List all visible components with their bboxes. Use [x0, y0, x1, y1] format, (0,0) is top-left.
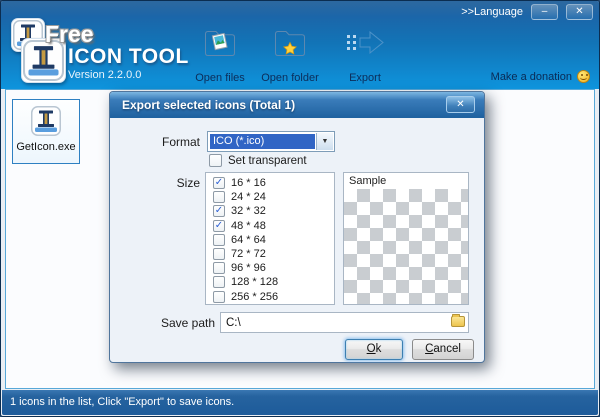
- size-option-label: 24 * 24: [231, 191, 266, 203]
- file-item-geticon[interactable]: GetIcon.exe: [12, 99, 80, 164]
- brand-title: ICON TOOL: [68, 45, 189, 69]
- file-name: GetIcon.exe: [16, 141, 75, 153]
- format-selected-value: ICO (*.ico): [210, 134, 315, 149]
- donation-label: Make a donation: [491, 71, 572, 83]
- brand-free: Free: [45, 21, 94, 48]
- size-checkbox[interactable]: [213, 234, 225, 246]
- geticon-app-icon: [31, 106, 61, 136]
- save-path-label: Save path: [128, 316, 215, 330]
- export-label: Export: [349, 72, 381, 84]
- size-option-32x32[interactable]: ✓ 32 * 32: [206, 204, 334, 218]
- size-list[interactable]: ✓ 16 * 16 24 * 24 ✓ 32 * 32 ✓ 48 * 48 64 * 64 72…: [205, 172, 335, 305]
- open-folder-button[interactable]: Open folder: [259, 28, 321, 84]
- status-bar: 1 icons in the list, Click "Export" to s…: [2, 390, 598, 415]
- export-dialog: Export selected icons (Total 1) ✕ Format…: [109, 91, 485, 363]
- app-window: >>Language – ✕ Free ICON TOOL Version 2.…: [0, 0, 600, 417]
- cancel-button[interactable]: Cancel: [412, 339, 474, 360]
- size-option-16x16[interactable]: ✓ 16 * 16: [206, 176, 334, 190]
- size-option-label: 16 * 16: [231, 177, 266, 189]
- open-files-button[interactable]: Open files: [191, 28, 249, 84]
- window-controls: >>Language – ✕: [461, 4, 593, 20]
- size-option-label: 72 * 72: [231, 248, 266, 260]
- minimize-button[interactable]: –: [531, 4, 558, 20]
- dialog-titlebar[interactable]: Export selected icons (Total 1) ✕: [110, 92, 484, 118]
- language-menu[interactable]: >>Language: [461, 6, 523, 18]
- size-option-label: 256 * 256: [231, 291, 278, 303]
- size-option-label: 96 * 96: [231, 262, 266, 274]
- cancel-button-label: Cancel: [413, 340, 473, 359]
- size-option-96x96[interactable]: 96 * 96: [206, 261, 334, 275]
- export-button[interactable]: Export: [335, 28, 395, 84]
- size-checkbox[interactable]: ✓: [213, 177, 225, 189]
- version-label: Version 2.2.0.0: [68, 69, 141, 81]
- size-checkbox[interactable]: [213, 248, 225, 260]
- open-folder-label: Open folder: [261, 72, 318, 84]
- dialog-title: Export selected icons (Total 1): [110, 92, 484, 118]
- size-option-256x256[interactable]: 256 * 256: [206, 290, 334, 304]
- size-option-label: 48 * 48: [231, 220, 266, 232]
- close-button[interactable]: ✕: [566, 4, 593, 20]
- sample-preview-box: Sample: [343, 172, 469, 305]
- size-option-label: 64 * 64: [231, 234, 266, 246]
- make-donation-link[interactable]: Make a donation: [491, 70, 590, 83]
- size-option-24x24[interactable]: 24 * 24: [206, 190, 334, 204]
- size-checkbox[interactable]: ✓: [213, 205, 225, 217]
- size-option-64x64[interactable]: 64 * 64: [206, 233, 334, 247]
- dialog-close-button[interactable]: ✕: [446, 96, 475, 113]
- set-transparent-option[interactable]: Set transparent: [209, 154, 307, 167]
- set-transparent-label: Set transparent: [228, 155, 307, 167]
- save-path-input[interactable]: [220, 312, 469, 333]
- browse-folder-icon[interactable]: [451, 316, 465, 327]
- size-checkbox[interactable]: ✓: [213, 220, 225, 232]
- set-transparent-checkbox[interactable]: [209, 154, 222, 167]
- size-label: Size: [140, 176, 200, 190]
- size-checkbox[interactable]: [213, 291, 225, 303]
- size-checkbox[interactable]: [213, 262, 225, 274]
- size-option-label: 128 * 128: [231, 276, 278, 288]
- format-label: Format: [140, 135, 200, 149]
- size-checkbox[interactable]: [213, 191, 225, 203]
- ok-button[interactable]: Ok: [345, 339, 403, 360]
- size-option-72x72[interactable]: 72 * 72: [206, 247, 334, 261]
- size-option-label: 32 * 32: [231, 205, 266, 217]
- size-option-48x48[interactable]: ✓ 48 * 48: [206, 219, 334, 233]
- format-dropdown[interactable]: ICO (*.ico) ▼: [207, 131, 335, 152]
- smiley-icon: [577, 70, 590, 83]
- sample-label: Sample: [349, 175, 386, 187]
- folder-with-image-icon: [203, 28, 237, 58]
- transparency-checkerboard: [344, 189, 468, 304]
- open-files-label: Open files: [195, 72, 245, 84]
- ok-button-label: Ok: [346, 340, 402, 359]
- size-checkbox[interactable]: [213, 276, 225, 288]
- size-option-128x128[interactable]: 128 * 128: [206, 275, 334, 289]
- app-header: >>Language – ✕ Free ICON TOOL Version 2.…: [1, 1, 599, 89]
- export-arrow-icon: [344, 28, 386, 58]
- folder-with-star-icon: [273, 28, 307, 58]
- chevron-down-icon[interactable]: ▼: [316, 133, 333, 150]
